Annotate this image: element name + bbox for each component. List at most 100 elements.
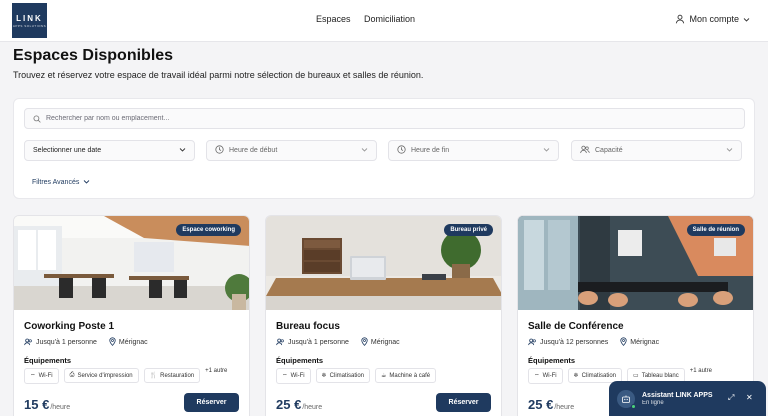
clock-icon	[397, 145, 406, 156]
location-text: Mérignac	[370, 339, 400, 346]
nav-espaces[interactable]: Espaces	[316, 14, 351, 24]
equipment-chip: ❄ Climatisation	[315, 368, 371, 383]
price-amount: 15 €	[24, 397, 50, 412]
wifi-icon: ⌔	[282, 374, 288, 380]
expand-icon[interactable]: ⤢	[728, 393, 734, 403]
price: 15 € /heure	[24, 397, 70, 412]
equipment-heading: Équipements	[24, 356, 72, 365]
equipment-heading: Équipements	[528, 356, 576, 365]
advanced-filters-label: Filtres Avancés	[32, 179, 80, 186]
chevron-down-icon	[726, 146, 733, 155]
equipment-list: ⌔ Wi-Fi ❄ Climatisation ☕ Machine à café	[276, 368, 437, 384]
nav-domiciliation[interactable]: Domiciliation	[364, 14, 415, 24]
equipment-heading: Équipements	[276, 356, 324, 365]
location-info: Mérignac	[361, 337, 400, 348]
capacity-text: Jusqu'à 1 personne	[36, 339, 97, 346]
wifi-icon: ⌔	[534, 374, 540, 380]
space-meta: Jusqu'à 1 personne Mérignac	[276, 337, 400, 348]
capacity-info: Jusqu'à 1 personne	[24, 337, 97, 348]
assistant-chat-widget[interactable]: Assistant LINK APPS En ligne ⤢ ✕	[609, 381, 766, 416]
chevron-down-icon	[361, 146, 368, 155]
advanced-filters-toggle[interactable]: Filtres Avancés	[32, 178, 90, 187]
space-title[interactable]: Bureau focus	[276, 321, 340, 332]
equipment-label: Service d'impression	[77, 372, 133, 379]
price: 25 € /heure	[528, 397, 574, 412]
chevron-down-icon	[83, 178, 90, 187]
equipment-chip: ⎙ Service d'impression	[63, 368, 139, 383]
page-title: Espaces Disponibles	[13, 47, 174, 64]
account-menu[interactable]: Mon compte	[675, 14, 750, 24]
chevron-down-icon	[743, 16, 750, 23]
equipment-label: Wi-Fi	[290, 373, 305, 379]
search-field[interactable]	[24, 108, 745, 129]
map-pin-icon	[109, 337, 116, 348]
location-info: Mérignac	[620, 337, 659, 348]
more-equipment[interactable]: +1 autre	[690, 368, 712, 374]
more-equipment[interactable]: +1 autre	[205, 368, 227, 374]
capacity-text: Jusqu'à 12 personnes	[540, 339, 609, 346]
capacity-text: Jusqu'à 1 personne	[288, 339, 349, 346]
price-unit: /heure	[554, 404, 575, 411]
start-time-label: Heure de début	[229, 147, 278, 154]
top-navbar: LINK APPS SOLUTIONS Espaces Domiciliatio…	[0, 0, 768, 42]
capacity-label: Capacité	[595, 147, 623, 154]
coffee-icon: ☕	[381, 373, 387, 379]
assistant-title: Assistant LINK APPS	[642, 391, 713, 399]
date-select[interactable]: Selectionner une date	[24, 140, 195, 161]
date-select-label: Selectionner une date	[33, 147, 102, 154]
location-text: Mérignac	[630, 339, 660, 346]
logo-text: LINK	[16, 13, 43, 23]
reserve-button[interactable]: Réserver	[436, 393, 491, 412]
utensils-icon: 🍴	[149, 373, 158, 379]
search-input[interactable]	[46, 115, 646, 122]
reserve-button[interactable]: Réserver	[184, 393, 239, 412]
equipment-chip: ☕ Machine à café	[375, 368, 437, 383]
users-icon	[24, 338, 33, 348]
equipment-chip: ⌔ Wi-Fi	[276, 368, 311, 384]
users-icon	[528, 338, 537, 348]
price-amount: 25 €	[528, 397, 554, 412]
price: 25 € /heure	[276, 397, 322, 412]
start-time-select[interactable]: Heure de début	[206, 140, 377, 161]
air-conditioner-icon: ❄	[321, 373, 327, 379]
space-type-badge: Salle de réunion	[686, 224, 745, 236]
space-type-badge: Espace coworking	[176, 224, 241, 236]
account-label: Mon compte	[689, 14, 739, 24]
capacity-info: Jusqu'à 12 personnes	[528, 337, 608, 348]
space-card[interactable]: Espace coworking Coworking Poste 1 Jusqu…	[13, 215, 250, 416]
equipment-label: Wi-Fi	[542, 373, 557, 379]
end-time-select[interactable]: Heure de fin	[388, 140, 559, 161]
price-amount: 25 €	[276, 397, 302, 412]
capacity-select[interactable]: Capacité	[571, 140, 742, 161]
page-subtitle: Trouvez et réservez votre espace de trav…	[13, 70, 424, 80]
map-pin-icon	[361, 337, 368, 348]
map-pin-icon	[620, 337, 627, 348]
location-info: Mérignac	[109, 337, 148, 348]
space-title[interactable]: Coworking Poste 1	[24, 321, 114, 332]
capacity-info: Jusqu'à 1 personne	[276, 337, 349, 348]
end-time-label: Heure de fin	[411, 147, 450, 154]
equipment-label: Tableau blanc	[641, 372, 679, 379]
location-text: Mérignac	[118, 339, 148, 346]
chevron-down-icon	[179, 146, 186, 155]
user-icon	[675, 14, 685, 24]
price-unit: /heure	[50, 404, 71, 411]
wifi-icon: ⌔	[30, 374, 36, 380]
link-apps-logo[interactable]: LINK APPS SOLUTIONS	[12, 3, 47, 38]
users-icon	[276, 338, 285, 348]
search-icon	[33, 110, 41, 128]
filters-panel: Selectionner une date Heure de début Heu…	[13, 98, 755, 199]
air-conditioner-icon: ❄	[573, 373, 579, 379]
whiteboard-icon: ▭	[633, 373, 639, 379]
equipment-label: Climatisation	[329, 372, 365, 379]
space-title[interactable]: Salle de Conférence	[528, 321, 624, 332]
equipment-label: Machine à café	[389, 372, 431, 379]
space-card[interactable]: Bureau privé Bureau focus Jusqu'à 1 pers…	[265, 215, 502, 416]
users-icon	[580, 145, 590, 156]
chevron-down-icon	[543, 146, 550, 155]
close-icon[interactable]: ✕	[746, 393, 753, 402]
robot-icon	[617, 389, 636, 409]
printer-icon: ⎙	[69, 372, 75, 378]
space-meta: Jusqu'à 1 personne Mérignac	[24, 337, 148, 348]
equipment-label: Climatisation	[581, 372, 617, 379]
